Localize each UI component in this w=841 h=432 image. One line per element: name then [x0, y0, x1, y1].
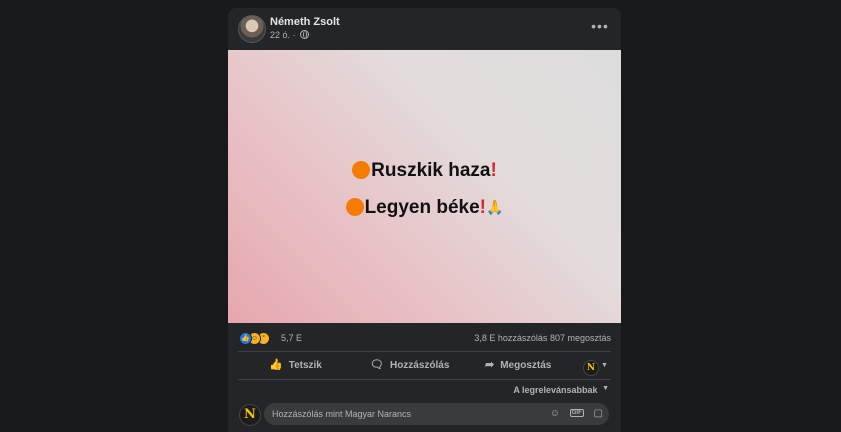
- exclamation-icon: !: [490, 160, 497, 181]
- post-header: Németh Zsolt 22 ó. · •••: [228, 8, 621, 50]
- comment-button-label: Hozzászólás: [389, 360, 450, 371]
- globe-icon: [300, 30, 310, 39]
- like-button-label: Tetszik: [288, 360, 322, 371]
- like-button[interactable]: 👍 Tetszik: [269, 353, 322, 377]
- caret-down-icon: ▼: [601, 362, 608, 369]
- author-avatar[interactable]: [238, 15, 266, 43]
- divider: [238, 351, 611, 352]
- comment-input-icons: ☺ GIF ▢: [543, 408, 603, 420]
- post-image[interactable]: Ruszkik haza! Legyen béke!🙏: [228, 50, 621, 323]
- share-button[interactable]: ➦ Megosztás: [485, 353, 551, 377]
- comment-button[interactable]: 🗨 Hozzászólás: [370, 353, 449, 377]
- post-stats: 👍 ☺ ° 5,7 E 3,8 E hozzászólás 807 megosz…: [228, 323, 621, 351]
- emoji-icon[interactable]: ☺: [550, 408, 560, 419]
- post-card: Németh Zsolt 22 ó. · ••• Ruszkik haza! L…: [228, 8, 621, 432]
- orange-circle-icon: [352, 161, 371, 179]
- caret-down-icon: ▼: [602, 385, 609, 392]
- comment-sort-dropdown[interactable]: A legrelevánsabbak ▼: [513, 385, 609, 395]
- page-identity-switcher[interactable]: N ▼: [583, 357, 608, 376]
- more-dots-icon: •••: [591, 18, 609, 34]
- comment-share-counts: 3,8 E hozzászólás 807 megosztás: [474, 333, 611, 343]
- divider: [238, 379, 611, 380]
- post-text-line-1: Ruszkik haza!: [228, 160, 621, 182]
- post-time[interactable]: 22 ó.: [270, 30, 290, 40]
- orange-circle-icon: [345, 198, 364, 216]
- reaction-count[interactable]: 5,7 E: [281, 333, 302, 343]
- comment-count[interactable]: 3,8 E hozzászólás: [474, 333, 547, 343]
- share-button-label: Megosztás: [500, 360, 552, 371]
- page-logo-icon: N: [583, 360, 599, 376]
- comment-sort-label: A legrelevánsabbak: [513, 385, 598, 395]
- meta-separator: ·: [292, 30, 296, 40]
- post-text-line-1-label: Ruszkik haza: [371, 160, 491, 181]
- post-text-line-2: Legyen béke!🙏: [228, 197, 621, 219]
- post-text-line-2-label: Legyen béke: [364, 197, 480, 218]
- post-meta: 22 ó. ·: [270, 30, 310, 40]
- post-actions: 👍 Tetszik 🗨 Hozzászólás ➦ Megosztás N ▼: [228, 353, 621, 377]
- author-name[interactable]: Németh Zsolt: [270, 16, 340, 28]
- gif-icon[interactable]: GIF: [569, 409, 584, 417]
- like-reaction-icon[interactable]: 👍: [239, 332, 252, 345]
- comment-composer: N ☺ GIF ▢: [228, 401, 621, 429]
- praying-hands-icon: 🙏: [486, 199, 504, 215]
- more-options-button[interactable]: •••: [589, 18, 611, 38]
- speech-bubble-icon: 🗨: [370, 359, 384, 371]
- share-arrow-icon: ➦: [485, 359, 495, 371]
- share-count[interactable]: 807 megosztás: [550, 333, 611, 343]
- thumbs-up-icon: 👍: [269, 359, 283, 371]
- sticker-icon[interactable]: ▢: [594, 408, 603, 419]
- commenter-avatar[interactable]: N: [239, 404, 261, 426]
